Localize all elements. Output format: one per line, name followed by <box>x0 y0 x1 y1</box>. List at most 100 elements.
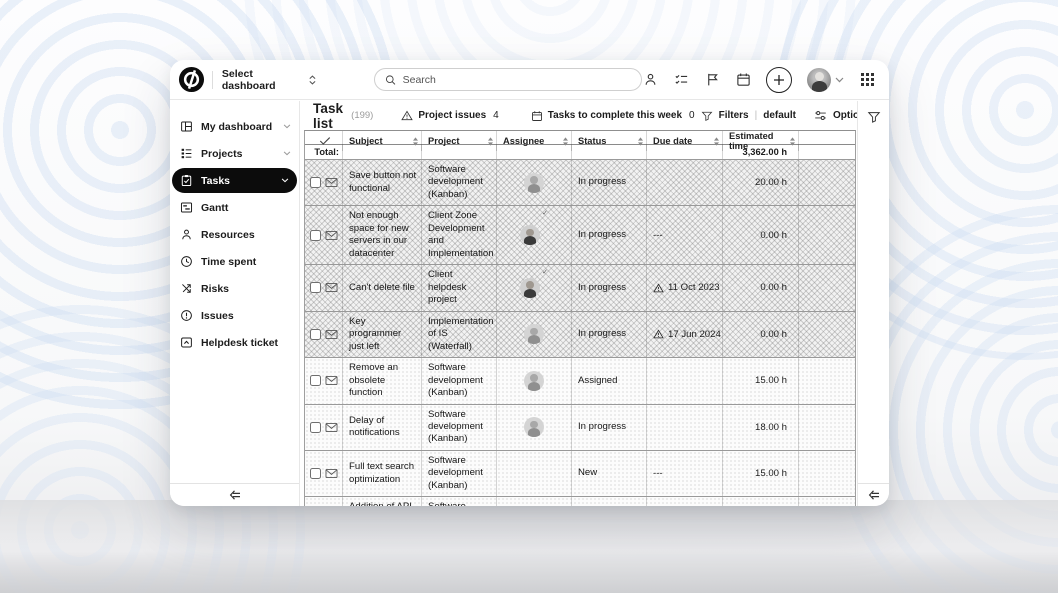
total-estimated-time: 3,362.00 h <box>723 145 799 159</box>
tasks-week-chip[interactable]: Tasks to complete this week 0 <box>531 110 695 122</box>
email-icon[interactable] <box>325 282 338 293</box>
funnel-icon <box>701 110 713 122</box>
row-checkbox[interactable] <box>310 177 321 188</box>
table-row[interactable]: Delay of notificationsSoftware developme… <box>305 405 855 451</box>
row-checkbox[interactable] <box>310 230 321 241</box>
task-project: Software development (Kanban) <box>422 497 497 506</box>
task-project: Software development (Kanban) <box>422 160 497 205</box>
user-menu[interactable] <box>807 68 844 92</box>
sidebar-item-time-spent[interactable]: Time spent <box>170 249 299 274</box>
sidebar-item-resources[interactable]: Resources <box>170 222 299 247</box>
dashboard-selector-label: Select dashboard <box>222 68 300 92</box>
sidebar-item-label: Time spent <box>201 256 256 268</box>
table-row[interactable]: Can't delete fileClient helpdesk project… <box>305 265 855 311</box>
task-estimated-time: 0.00 h <box>723 312 799 357</box>
gantt-icon <box>180 201 193 214</box>
app-logo-icon[interactable] <box>178 66 205 93</box>
collapse-rail-icon[interactable] <box>866 488 882 502</box>
table-row[interactable]: Not enough space for new servers in our … <box>305 206 855 265</box>
sidebar-item-label: Risks <box>201 283 229 295</box>
task-estimated-time: 15.00 h <box>723 451 799 496</box>
table-row[interactable]: Full text search optimizationSoftware de… <box>305 451 855 497</box>
assignee-avatar <box>524 371 544 391</box>
sidebar-item-gantt[interactable]: Gantt <box>170 195 299 220</box>
add-new-button[interactable] <box>766 67 792 93</box>
sidebar-nav: My dashboard Projects TasksGantt Resources T… <box>170 101 299 355</box>
overdue-warning-icon <box>653 283 664 293</box>
flag-icon[interactable] <box>704 72 720 88</box>
task-count: (199) <box>351 110 373 121</box>
task-status: In progress <box>572 160 647 205</box>
person-icon[interactable] <box>642 72 658 88</box>
tasks-week-label: Tasks to complete this week <box>548 110 682 121</box>
warning-icon <box>401 110 413 121</box>
page-header: Task list (199) Project issues 4 Tasks t… <box>301 101 857 130</box>
global-search[interactable] <box>374 68 642 91</box>
row-checkbox[interactable] <box>310 282 321 293</box>
search-input[interactable] <box>403 74 631 86</box>
email-icon[interactable] <box>325 329 338 340</box>
clock-icon <box>180 255 193 268</box>
task-assignee <box>497 405 572 450</box>
task-due-date <box>647 405 723 450</box>
table-row[interactable]: Key programmer just leftImplementation o… <box>305 312 855 358</box>
table-row[interactable]: Addition of API for advanced entitiesSof… <box>305 497 855 506</box>
row-checkbox[interactable] <box>310 329 321 340</box>
filter-panel-toggle[interactable] <box>858 110 889 124</box>
collapse-sidebar-icon[interactable] <box>227 488 243 502</box>
checklist-icon[interactable] <box>673 72 689 88</box>
filters-separator: | <box>755 110 758 121</box>
chevron-down-icon <box>281 178 289 183</box>
table-row[interactable]: Remove an obsolete functionSoftware deve… <box>305 358 855 404</box>
row-checkbox[interactable] <box>310 422 321 433</box>
chevron-down-icon <box>283 151 291 156</box>
row-checkbox[interactable] <box>310 468 321 479</box>
task-due-date: --- <box>647 206 723 264</box>
sidebar-item-projects[interactable]: Projects <box>170 141 299 166</box>
email-icon[interactable] <box>325 177 338 188</box>
sidebar-item-issues[interactable]: Issues <box>170 303 299 328</box>
issues-icon <box>180 309 193 322</box>
tasks-icon <box>180 174 193 187</box>
task-subject: Save button not functional <box>343 160 422 205</box>
email-icon[interactable] <box>325 422 338 433</box>
task-estimated-time: 0.00 h <box>723 206 799 264</box>
sidebar-item-label: My dashboard <box>201 121 272 133</box>
sidebar-item-tasks[interactable]: Tasks <box>172 168 297 193</box>
sidebar-item-helpdesk-ticket[interactable]: Helpdesk ticket <box>170 330 299 355</box>
task-estimated-time: 20.00 h <box>723 160 799 205</box>
task-subject: Full text search optimization <box>343 451 422 496</box>
task-due-date <box>647 160 723 205</box>
assignee-avatar <box>520 225 540 245</box>
chevron-down-icon <box>835 77 844 83</box>
task-project: Software development (Kanban) <box>422 405 497 450</box>
email-icon[interactable] <box>325 230 338 241</box>
sidebar-item-my-dashboard[interactable]: My dashboard <box>170 114 299 139</box>
email-icon[interactable] <box>325 375 338 386</box>
options-button[interactable]: Options <box>814 109 857 122</box>
rail-footer <box>858 483 889 506</box>
task-status: Assigned <box>572 358 647 403</box>
calendar-icon[interactable] <box>735 72 751 88</box>
total-label: Total: <box>305 145 343 159</box>
table-row[interactable]: Save button not functionalSoftware devel… <box>305 160 855 206</box>
sidebar-item-label: Projects <box>201 148 242 160</box>
sidebar-item-label: Issues <box>201 310 234 322</box>
ground-shadow <box>0 500 1058 593</box>
sidebar-item-label: Resources <box>201 229 255 241</box>
task-status: New <box>572 497 647 506</box>
projects-icon <box>180 147 193 160</box>
email-icon[interactable] <box>325 468 338 479</box>
sidebar-item-risks[interactable]: Risks <box>170 276 299 301</box>
divider <box>212 71 213 89</box>
task-subject: Key programmer just left <box>343 312 422 357</box>
filters-label: Filters <box>719 110 749 121</box>
due-date-text: 11 Oct 2023 <box>668 282 720 293</box>
user-avatar[interactable] <box>807 68 831 92</box>
project-issues-chip[interactable]: Project issues 4 <box>401 110 498 121</box>
filters-button[interactable]: Filters | default <box>701 110 796 122</box>
row-checkbox[interactable] <box>310 375 321 386</box>
plus-icon <box>773 74 785 86</box>
dashboard-selector[interactable]: Select dashboard <box>222 68 317 92</box>
apps-grid-icon[interactable] <box>859 72 875 88</box>
